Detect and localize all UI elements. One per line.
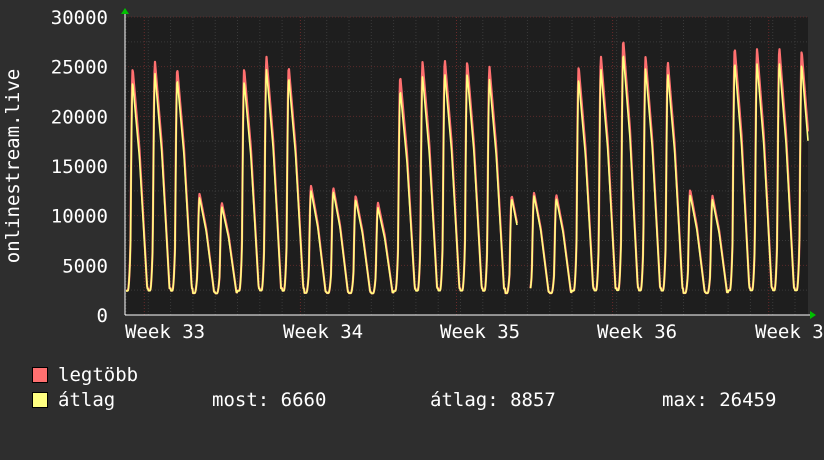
- y-axis-arrow-icon: [121, 8, 129, 14]
- legend-max: legtöbb: [32, 363, 138, 387]
- y-tick-label: 0: [97, 305, 108, 327]
- y-axis-label: onlinestream.live: [2, 69, 24, 263]
- y-tick-label: 10000: [51, 206, 108, 228]
- y-tick-label: 15000: [51, 156, 108, 178]
- x-axis-arrow-icon: [810, 311, 816, 319]
- stat-average: átlag: 8857: [430, 389, 556, 411]
- legend-avg: átlag: [32, 388, 115, 412]
- y-tick-label: 25000: [51, 57, 108, 79]
- legend-avg-swatch: [32, 392, 48, 408]
- x-tick-label: Week 35: [440, 321, 520, 343]
- y-tick-label: 5000: [62, 255, 108, 277]
- y-tick-label: 30000: [51, 7, 108, 29]
- y-tick-label: 20000: [51, 106, 108, 128]
- legend-max-swatch: [32, 367, 48, 383]
- x-tick-label: Week 3: [755, 321, 824, 343]
- legend-max-label: legtöbb: [58, 364, 139, 386]
- x-tick-label: Week 36: [597, 321, 677, 343]
- x-axis-ticks: Week 33 Week 34 Week 35 Week 36 Week 3: [125, 321, 824, 343]
- x-tick-label: Week 33: [125, 321, 205, 343]
- stat-now: most: 6660: [212, 389, 327, 411]
- x-tick-label: Week 34: [283, 321, 363, 343]
- legend-avg-label: átlag: [58, 389, 116, 411]
- y-axis-ticks: 0 5000 10000 15000 20000 25000 30000: [51, 7, 108, 327]
- stat-max: max: 26459: [662, 389, 777, 411]
- chart: 050001000015000200002500030000 Week 33 We…: [2, 7, 824, 343]
